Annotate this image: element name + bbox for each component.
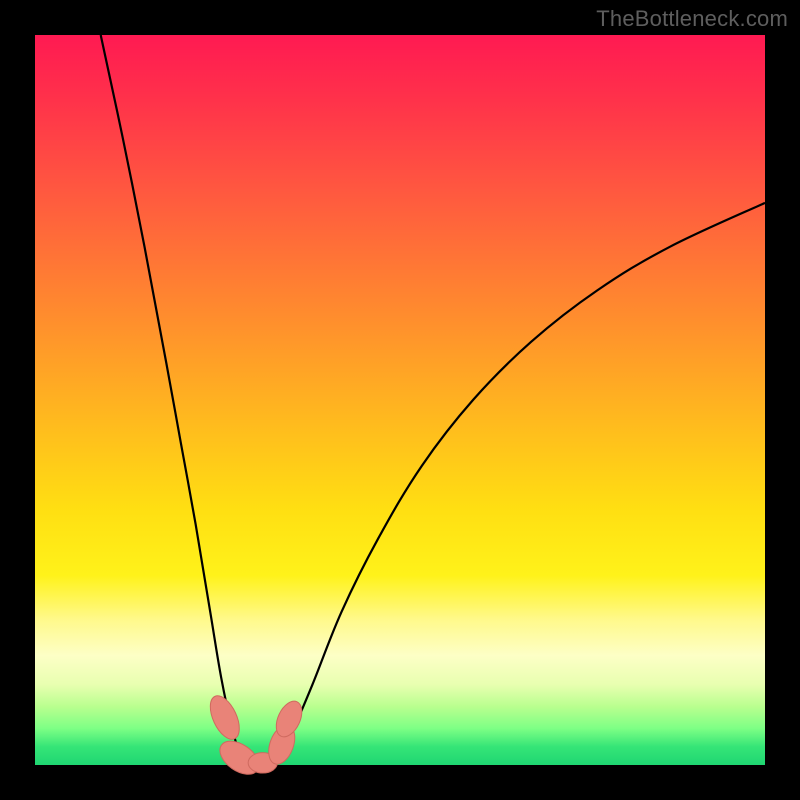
curve-left-branch [101, 35, 243, 765]
curve-right-branch [276, 203, 765, 765]
marker-group [204, 691, 307, 781]
chart-frame: TheBottleneck.com [0, 0, 800, 800]
data-marker [204, 691, 245, 743]
plot-area [35, 35, 765, 765]
curve-layer [35, 35, 765, 765]
watermark-text: TheBottleneck.com [596, 6, 788, 32]
